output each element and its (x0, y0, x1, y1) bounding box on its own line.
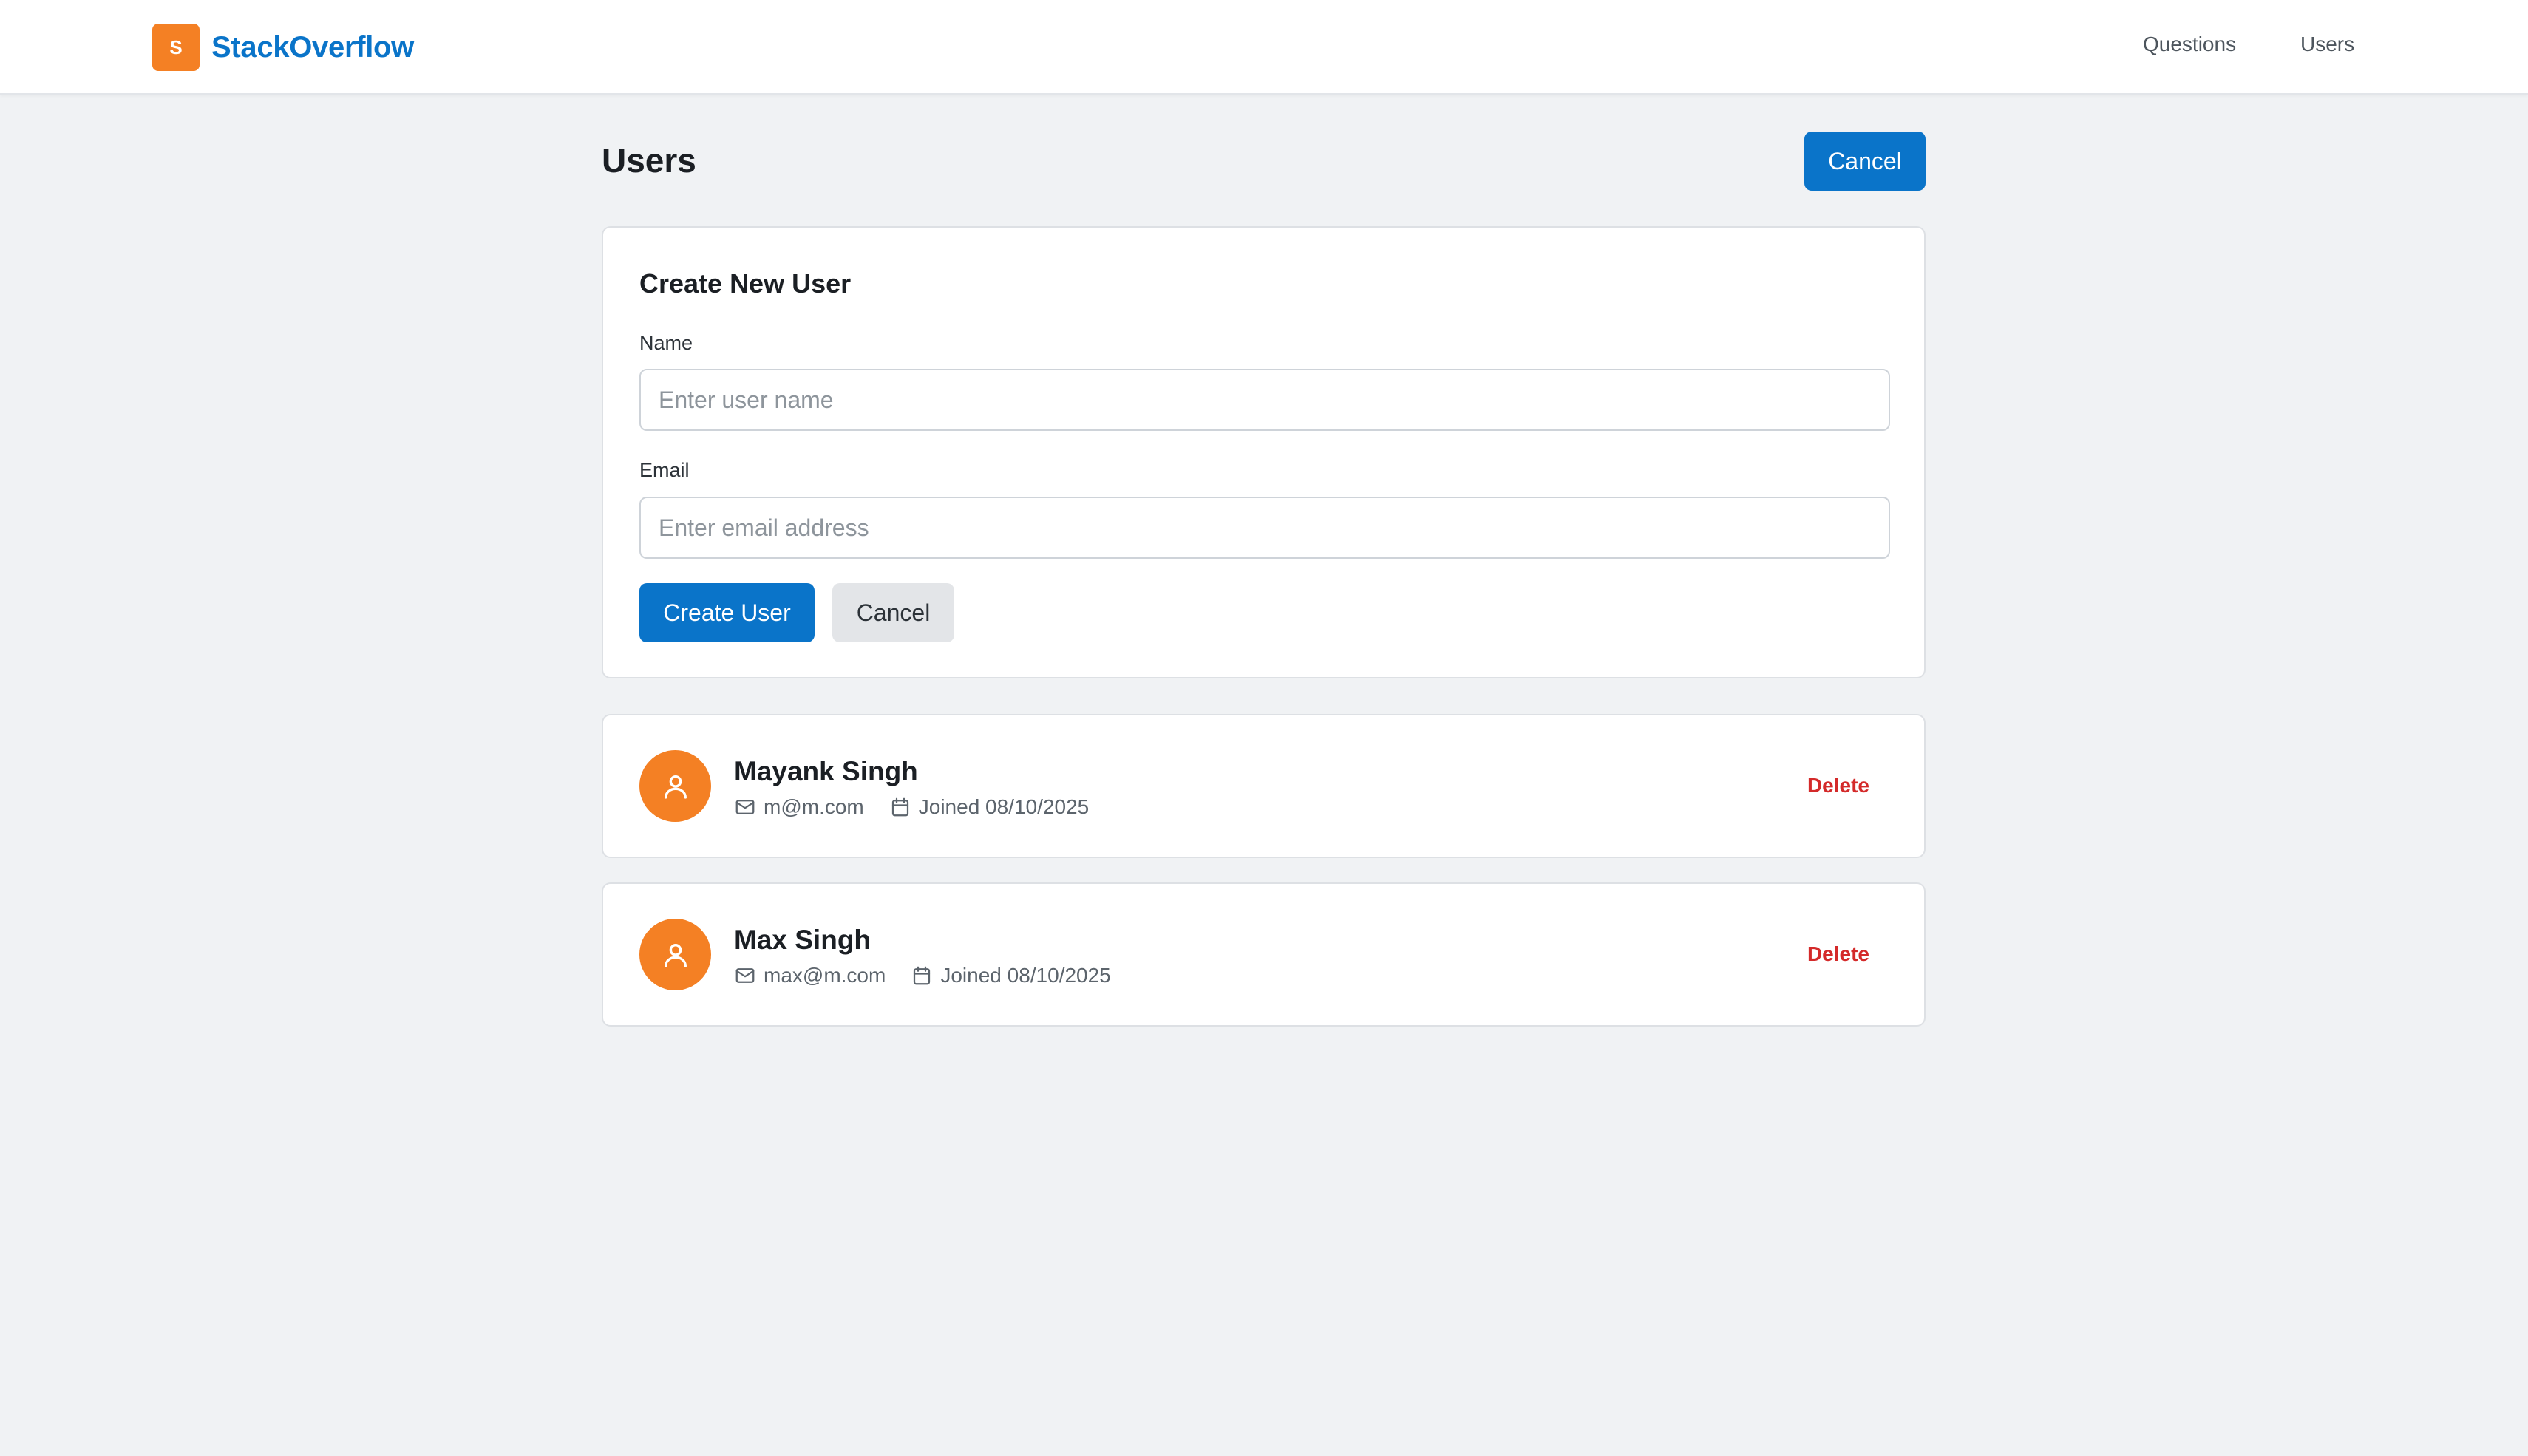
delete-user-button[interactable]: Delete (1807, 774, 1869, 797)
user-avatar-icon (639, 919, 711, 990)
user-name: Max Singh (734, 925, 871, 955)
page-title: Users (602, 141, 696, 180)
delete-user-button[interactable]: Delete (1807, 942, 1869, 966)
mail-icon (734, 965, 756, 987)
user-email: m@m.com (764, 795, 864, 818)
brand-home-link[interactable]: S StackOverflow (152, 24, 414, 71)
create-user-form: Create New User Name Email Create User C… (602, 226, 1926, 678)
user-joined-date: Joined 08/10/2025 (918, 795, 1090, 818)
user-meta: m@m.com Joined 08/10/2025 (734, 794, 1089, 820)
brand-name: StackOverflow (211, 30, 414, 64)
user-joined-date: Joined 08/10/2025 (940, 964, 1111, 987)
brand-logo: S (152, 24, 200, 71)
calendar-icon (889, 796, 911, 818)
user-meta: max@m.com Joined 08/10/2025 (734, 962, 1111, 989)
email-input[interactable] (639, 497, 1890, 559)
nav-link-users[interactable]: Users (2300, 33, 2354, 56)
user-email: max@m.com (764, 964, 886, 987)
user-name: Mayank Singh (734, 756, 918, 786)
create-user-button[interactable]: Create User (639, 583, 815, 642)
form-cancel-button[interactable]: Cancel (832, 583, 954, 642)
email-label: Email (639, 459, 690, 481)
name-input[interactable] (639, 369, 1890, 431)
nav-link-questions[interactable]: Questions (2143, 33, 2236, 56)
mail-icon (734, 796, 756, 818)
toggle-form-cancel-button[interactable]: Cancel (1804, 132, 1926, 191)
calendar-icon (911, 965, 933, 987)
user-card: Mayank Singh m@m.com Joined 08/10/2025 D… (602, 714, 1926, 858)
user-card: Max Singh max@m.com Joined 08/10/2025 De… (602, 882, 1926, 1027)
user-avatar-icon (639, 750, 711, 822)
form-title: Create New User (639, 268, 852, 299)
top-navbar: S StackOverflow Questions Users (0, 0, 2528, 95)
name-label: Name (639, 332, 693, 354)
